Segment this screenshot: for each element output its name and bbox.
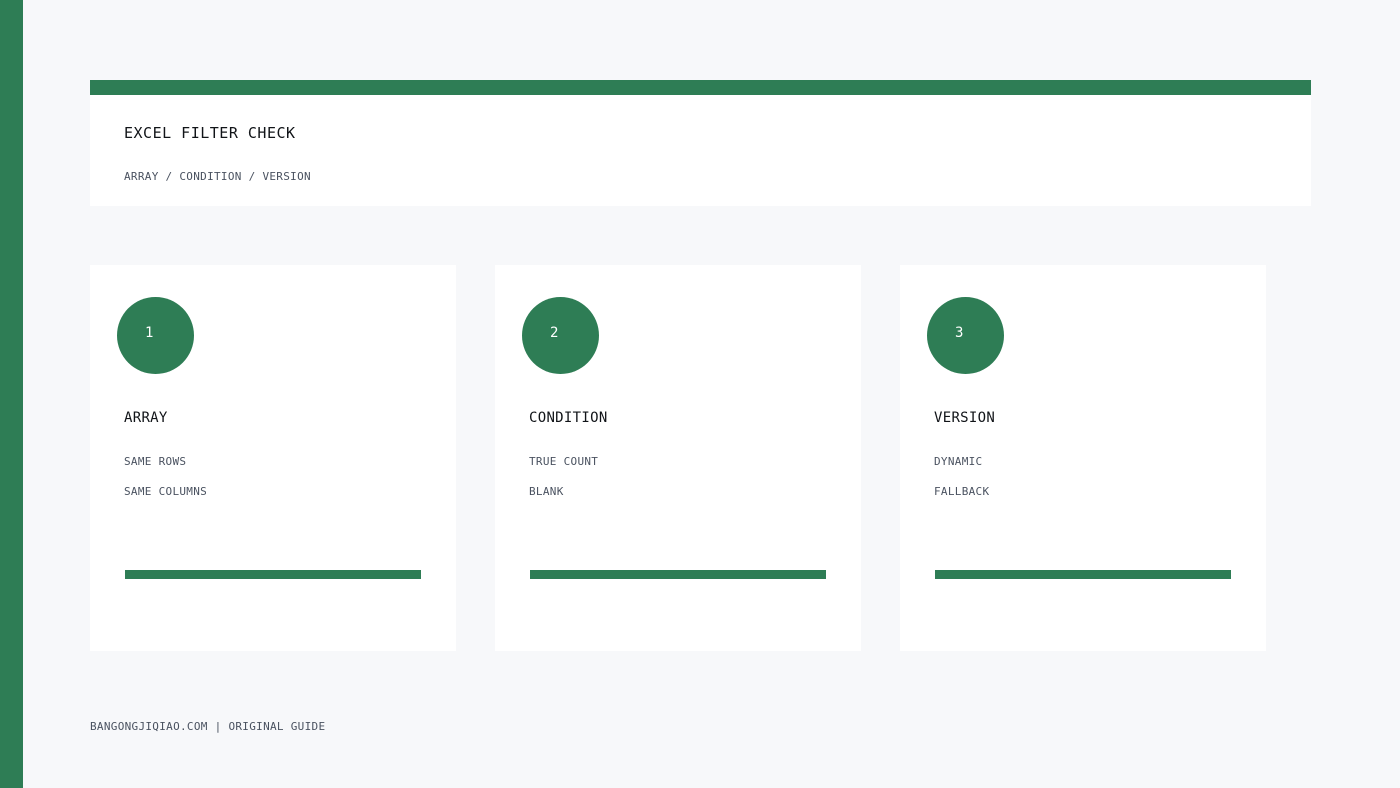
step-detail: TRUE COUNT — [529, 455, 599, 468]
header-accent-strip — [90, 80, 1311, 95]
step-bar — [530, 570, 826, 579]
page-title: EXCEL FILTER CHECK — [124, 124, 296, 142]
header-card: EXCEL FILTER CHECK ARRAY / CONDITION / V… — [90, 80, 1311, 206]
step-detail: SAME COLUMNS — [124, 485, 208, 498]
footer-credit: BANGONGJIQIAO.COM | ORIGINAL GUIDE — [90, 720, 326, 733]
step-detail: SAME ROWS — [124, 455, 187, 468]
step-bar — [935, 570, 1231, 579]
step-number: 3 — [955, 325, 964, 341]
step-number: 1 — [145, 325, 154, 341]
side-accent-bar — [0, 0, 23, 788]
step-number-badge: 1 — [117, 297, 194, 374]
page-subtitle: ARRAY / CONDITION / VERSION — [124, 170, 311, 183]
step-title: VERSION — [934, 410, 996, 426]
step-bar — [125, 570, 421, 579]
step-card-version: 3 VERSION DYNAMIC FALLBACK — [900, 265, 1266, 651]
step-number-badge: 2 — [522, 297, 599, 374]
step-detail: DYNAMIC — [934, 455, 983, 468]
step-detail: BLANK — [529, 485, 564, 498]
step-card-condition: 2 CONDITION TRUE COUNT BLANK — [495, 265, 861, 651]
step-title: CONDITION — [529, 410, 608, 426]
step-card-array: 1 ARRAY SAME ROWS SAME COLUMNS — [90, 265, 456, 651]
step-number-badge: 3 — [927, 297, 1004, 374]
step-title: ARRAY — [124, 410, 168, 426]
step-number: 2 — [550, 325, 559, 341]
step-detail: FALLBACK — [934, 485, 990, 498]
